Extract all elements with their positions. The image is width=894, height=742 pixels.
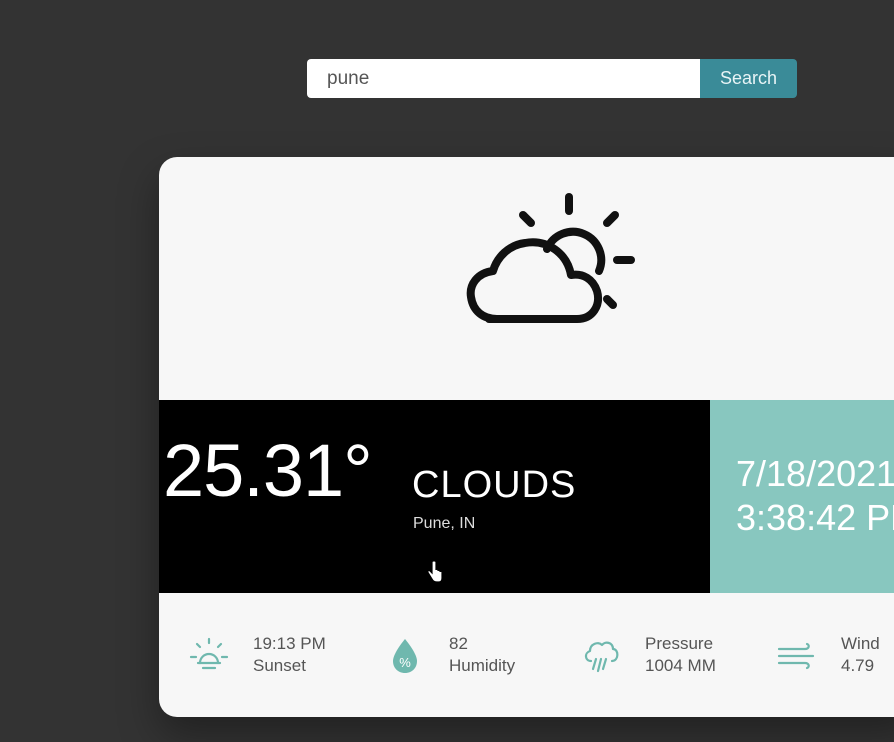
search-button[interactable]: Search (700, 59, 797, 98)
pressure-value: Pressure (645, 634, 714, 653)
sunset-label: Sunset (253, 656, 306, 675)
sunset-icon (189, 637, 229, 670)
wind-label: 4.79 (841, 656, 875, 675)
wind-icon (777, 642, 815, 670)
humidity-drop-icon: % (393, 639, 417, 673)
weather-icon-area (159, 157, 894, 400)
temperature-band: 25.31° CLOUDS Pune, IN (159, 400, 710, 593)
pressure-label: 1004 MM (645, 656, 716, 675)
time-label: 3:38:42 PM (736, 497, 894, 538)
svg-text:%: % (399, 655, 411, 670)
humidity-value: 82 (449, 634, 468, 653)
stat-sunset: 19:13 PM Sunset (187, 633, 326, 677)
hand-cursor-icon (427, 560, 443, 583)
stats-row: 19:13 PM Sunset % 82 Humidity Pressure 1… (159, 593, 894, 717)
datetime-band: 7/18/2021 3:38:42 PM (710, 400, 894, 593)
search-bar: Search (307, 59, 797, 98)
stat-humidity: % 82 Humidity (383, 633, 515, 677)
rain-cloud-icon (584, 641, 619, 673)
temperature-value: 25.31° (163, 429, 373, 512)
wind-value: Wind (841, 634, 880, 653)
partly-cloudy-icon (466, 193, 635, 323)
stat-pressure: Pressure 1004 MM (579, 633, 716, 677)
weather-condition: CLOUDS (412, 464, 577, 506)
date-label: 7/18/2021 (736, 453, 894, 494)
search-input[interactable] (307, 59, 700, 98)
sunset-value: 19:13 PM (253, 634, 326, 653)
weather-card: 25.31° CLOUDS Pune, IN 7/18/2021 3:38:42… (159, 157, 894, 717)
stat-wind: Wind 4.79 (775, 633, 880, 677)
location-label: Pune, IN (413, 515, 476, 532)
humidity-label: Humidity (449, 656, 516, 675)
